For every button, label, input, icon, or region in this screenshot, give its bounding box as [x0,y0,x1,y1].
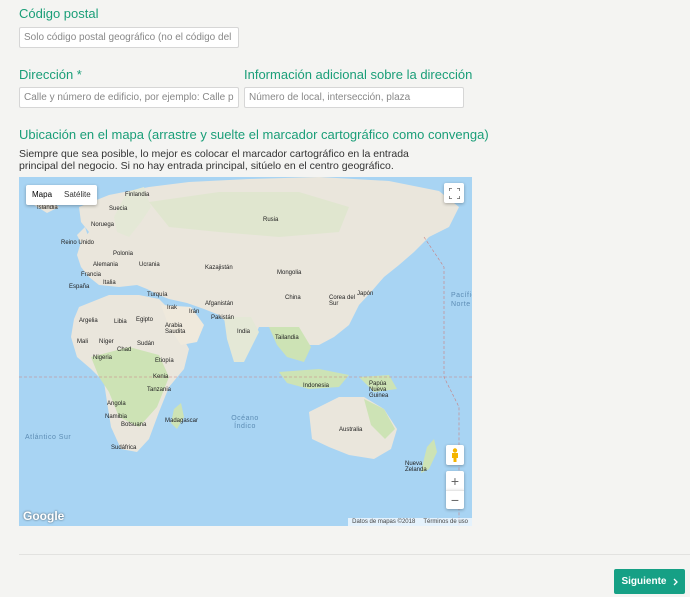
world-map-graphic [19,177,472,526]
map-label-mali: Mali [77,339,89,345]
map-label-australia: Australia [339,427,363,433]
map-label-iran: Irán [189,309,200,315]
map-label-arabia-saudita: Arabia Saudita [165,323,186,335]
india-landmass [224,317,259,362]
map-label-irak: Irak [167,305,178,311]
map-label-sudan: Sudán [137,341,155,347]
map-label-indonesia: Indonesia [303,383,330,389]
map-label-rusia: Rusia [263,217,279,223]
fullscreen-button[interactable] [444,183,464,203]
map-label-papua: Papúa Nueva Guinea [369,381,389,399]
map-label-namibia: Namibia [105,414,128,420]
map-label-kenia: Kenia [153,374,169,380]
map-label-india: India [237,329,251,335]
map-label-finlandia: Finlandia [125,192,150,198]
map-label-oceano-indico: Océano Índico [231,415,259,430]
map-label-islandia: Islandia [37,205,58,211]
map-label-botsuana: Botsuana [121,422,147,428]
zoom-out-button[interactable]: − [446,490,464,509]
chevron-right-icon [673,578,678,585]
map-canvas[interactable]: Finlandia Suecia Islandia Noruega Rusia … [19,177,472,526]
map-label-pacifico-norte: Pacífico Norte [451,292,472,308]
map-label-corea-sur: Corea del Sur [329,295,356,307]
map-data-credit: Datos de mapas ©2018 [352,519,416,525]
map-label-japon: Japón [357,291,374,297]
map-label-nueva-zelanda: Nueva Zelanda [405,461,427,473]
map-type-satellite-button[interactable]: Satélite [58,185,97,205]
map-label-egipto: Egipto [136,317,154,323]
map-label-niger: Níger [99,339,114,345]
map-label-libia: Libia [114,319,127,325]
map-label-madagascar: Madagascar [165,418,199,424]
map-label-china: China [285,295,301,301]
postal-code-input[interactable] [19,27,239,48]
map-label-turquia: Turquía [147,292,168,298]
map-label-etiopia: Etiopía [155,358,174,364]
map-label-noruega: Noruega [91,222,115,228]
map-label-afganistan: Afganistán [205,301,234,307]
pegman-icon [452,448,458,462]
address-input[interactable] [19,87,239,108]
map-label-italia: Italia [103,280,116,286]
map-label-francia: Francia [81,272,102,278]
map-label-reino-unido: Reino Unido [61,240,95,246]
map-label-kazajistan: Kazajistán [205,265,233,271]
map-label-atlantico-sur: Atlántico Sur [25,434,72,441]
map-label-argelia: Argelia [79,318,98,324]
postal-code-label: Código postal [19,6,99,21]
map-label-mongolia: Mongolia [277,270,302,276]
map-label-pakistan: Pakistán [211,315,235,321]
map-type-control: Mapa Satélite [26,185,97,205]
street-view-pegman-button[interactable] [446,445,464,465]
map-terms-link[interactable]: Términos de uso [423,519,468,525]
map-label-chad: Chad [117,347,132,353]
zoom-in-button[interactable]: + [446,471,464,490]
google-logo: Google [23,509,65,523]
next-button-label: Siguiente [621,576,667,587]
map-label-espana: España [69,284,90,290]
map-help-text: Siempre que sea posible, lo mejor es col… [19,148,409,172]
map-label-ucrania: Ucrania [139,262,160,268]
map-label-sudafrica: Sudáfrica [111,445,137,451]
map-label-tanzania: Tanzania [147,387,172,393]
map-label-tailandia: Tailandia [275,335,299,341]
map-label-alemania: Alemania [93,262,119,268]
madagascar-landmass [171,403,184,429]
map-label-angola: Angola [107,401,126,407]
fullscreen-icon [448,187,460,199]
address-extra-label: Información adicional sobre la dirección [244,67,473,82]
map-type-map-button[interactable]: Mapa [26,185,58,205]
address-label: Dirección * [19,67,82,82]
map-label-suecia: Suecia [109,206,128,212]
map-attribution: Datos de mapas ©2018 Términos de uso [348,518,472,526]
map-label-nigeria: Nigeria [93,355,113,361]
map-section-title: Ubicación en el mapa (arrastre y suelte … [19,127,489,142]
footer-divider [19,554,690,555]
map-label-polonia: Polonia [113,251,134,257]
address-extra-input[interactable] [244,87,464,108]
next-button[interactable]: Siguiente [614,569,685,594]
